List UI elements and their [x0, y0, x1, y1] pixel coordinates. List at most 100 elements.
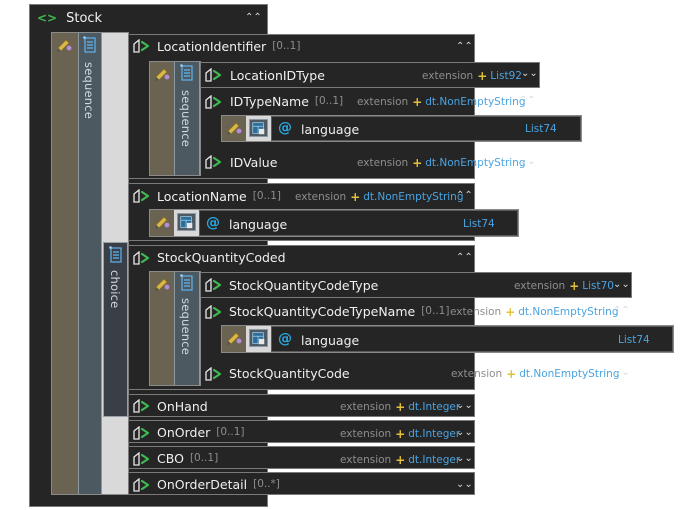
edit-icon[interactable]: [225, 329, 244, 347]
cbo-name[interactable]: CBO: [157, 451, 184, 466]
location-identifier-cardinality: [0..1]: [272, 40, 301, 52]
stock-title: Stock: [66, 10, 103, 26]
expand-chevron-icon[interactable]: ⌄⌄: [456, 428, 473, 438]
element-icon: [133, 478, 151, 492]
collapse-chevron-icon[interactable]: ⌃⌃: [613, 306, 630, 316]
sequence-label: sequence: [179, 90, 193, 148]
expand-chevron-icon[interactable]: ⌄⌄: [456, 480, 473, 490]
sq-code-name[interactable]: StockQuantityCode: [229, 366, 350, 381]
plus-icon: +: [505, 305, 516, 319]
edit-icon[interactable]: [55, 36, 74, 54]
location-name-name[interactable]: LocationName: [157, 189, 247, 204]
on-order-detail-name[interactable]: OnOrderDetail: [157, 477, 247, 492]
edit-icon[interactable]: [153, 275, 172, 293]
attribute-table-icon[interactable]: [249, 119, 268, 137]
extension-label: extension: [422, 70, 474, 82]
type-link[interactable]: List74: [618, 334, 650, 346]
extension-label: extension: [357, 96, 409, 108]
element-icon: [133, 251, 151, 265]
edit-icon[interactable]: [225, 119, 244, 137]
plus-icon: +: [395, 453, 406, 467]
sequence-label: sequence: [82, 62, 96, 120]
expand-chevron-icon[interactable]: ⌄⌄: [613, 368, 630, 378]
type-link[interactable]: dt.Integer: [408, 401, 460, 413]
element-icon: [133, 399, 151, 413]
cbo-cardinality: [0..1]: [189, 452, 219, 464]
on-hand-name[interactable]: OnHand: [157, 399, 208, 414]
collapse-chevron-icon[interactable]: ⌃⌃: [519, 96, 536, 106]
expand-chevron-icon[interactable]: ⌄⌄: [613, 280, 630, 290]
expand-chevron-icon[interactable]: ⌄⌄: [456, 454, 473, 464]
type-link[interactable]: dt.NonEmptyString: [425, 157, 525, 169]
sq-code-type-name[interactable]: StockQuantityCodeType: [229, 278, 378, 293]
id-type-name-cardinality: [0..1]: [314, 95, 344, 107]
collapse-chevron-icon[interactable]: ⌃⌃: [456, 253, 473, 263]
element-icon: [205, 305, 223, 319]
extension-label: extension: [340, 401, 392, 413]
edit-icon[interactable]: [153, 213, 172, 231]
sq-code-type-name-cardinality: [0..1]: [421, 305, 450, 317]
attribute-at-icon: @: [206, 215, 220, 231]
id-type-name-language-name[interactable]: language: [301, 122, 359, 137]
attribute-at-icon: @: [278, 331, 292, 347]
extension-label: extension: [295, 191, 347, 203]
element-icon: [133, 39, 151, 53]
expand-chevron-icon[interactable]: ⌄⌄: [521, 69, 538, 79]
sequence-label: sequence: [179, 298, 193, 356]
sq-code-type-name-name[interactable]: StockQuantityCodeTypeName: [229, 304, 415, 319]
extension-label: extension: [514, 280, 566, 292]
location-name-cardinality: [0..1]: [252, 190, 281, 202]
extension-label: extension: [357, 157, 409, 169]
collapse-chevron-icon[interactable]: ⌃⌃: [456, 42, 473, 52]
content-gutter: [52, 33, 78, 494]
expand-chevron-icon[interactable]: ⌄⌄: [519, 157, 536, 167]
element-icon: [133, 189, 151, 203]
element-icon: [205, 68, 223, 82]
attribute-table-icon[interactable]: [177, 213, 196, 231]
sequence-icon[interactable]: [180, 64, 194, 82]
attribute-at-icon: @: [278, 120, 292, 136]
type-link[interactable]: List70: [582, 280, 614, 292]
extension-label: extension: [340, 428, 392, 440]
plus-icon: +: [412, 156, 423, 170]
location-identifier-name[interactable]: LocationIdentifier: [157, 39, 266, 54]
type-link[interactable]: List92: [490, 70, 522, 82]
plus-icon: +: [350, 190, 361, 204]
type-link[interactable]: dt.NonEmptyString: [363, 191, 463, 203]
on-order-name[interactable]: OnOrder: [157, 425, 210, 440]
on-order-detail-cardinality: [0..*]: [253, 478, 280, 490]
element-icon: [205, 278, 223, 292]
attribute-table-icon[interactable]: [249, 329, 268, 347]
element-icon: [205, 155, 223, 169]
type-link[interactable]: List74: [525, 123, 557, 135]
plus-icon: +: [477, 69, 488, 83]
choice-icon[interactable]: [109, 246, 123, 264]
expand-chevron-icon[interactable]: ⌄⌄: [456, 401, 473, 411]
sq-code-type-name-language-name[interactable]: language: [301, 333, 359, 348]
type-link[interactable]: dt.Integer: [408, 428, 460, 440]
location-name-language-name[interactable]: language: [229, 217, 287, 232]
choice-label: choice: [108, 270, 122, 309]
stock-quantity-coded-name[interactable]: StockQuantityCoded: [157, 250, 286, 265]
element-icon: [205, 95, 223, 109]
id-type-name-name[interactable]: IDTypeName: [230, 94, 309, 109]
sequence-icon[interactable]: [83, 36, 97, 54]
type-link[interactable]: List74: [463, 218, 495, 230]
collapse-chevron-icon[interactable]: ⌃⌃: [456, 191, 473, 201]
type-link[interactable]: dt.NonEmptyString: [519, 368, 619, 380]
plus-icon: +: [395, 400, 406, 414]
edit-icon[interactable]: [153, 65, 172, 83]
choice-strip: [103, 242, 128, 417]
type-link[interactable]: dt.NonEmptyString: [425, 96, 525, 108]
sequence-icon[interactable]: [180, 274, 194, 292]
extension-label: extension: [450, 306, 502, 318]
id-value-name[interactable]: IDValue: [230, 155, 277, 170]
extension-label: extension: [340, 454, 392, 466]
type-link[interactable]: dt.Integer: [408, 454, 460, 466]
collapse-chevron-icon[interactable]: ⌃⌃: [245, 13, 262, 23]
plus-icon: +: [569, 279, 580, 293]
plus-icon: +: [506, 367, 517, 381]
stock-header[interactable]: <> Stock ⌃⌃: [30, 5, 267, 31]
location-id-type-name[interactable]: LocationIDType: [230, 68, 325, 83]
type-link[interactable]: dt.NonEmptyString: [518, 306, 618, 318]
